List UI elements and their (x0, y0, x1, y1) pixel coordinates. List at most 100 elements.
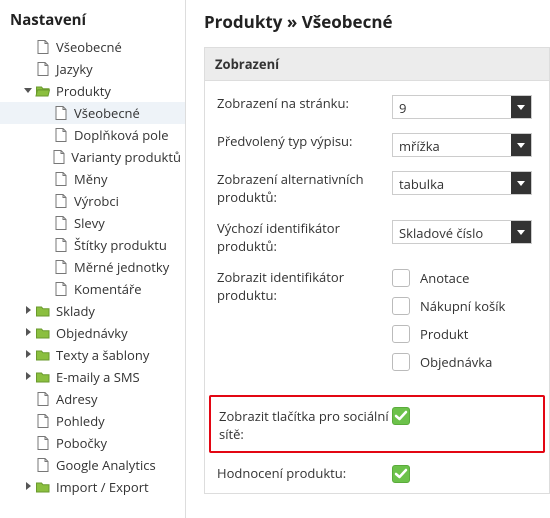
tree-item-15[interactable]: E-maily a SMS (0, 366, 185, 388)
file-icon (52, 259, 70, 275)
tree-item-label: Sklady (52, 302, 95, 320)
file-icon (52, 171, 70, 187)
tree-item-9[interactable]: Štítky produktu (0, 234, 185, 256)
checkbox-show-id-0[interactable] (392, 269, 410, 287)
checkline-1: Nákupní košík (392, 297, 537, 315)
file-icon (52, 281, 70, 297)
tree-item-3[interactable]: Všeobecné (0, 102, 185, 124)
tree-item-0[interactable]: Všeobecné (0, 36, 185, 58)
row-show-id: Zobrazit identifikátor produktu: Anotace… (217, 269, 537, 381)
folder-icon (34, 347, 52, 363)
tree-item-2[interactable]: Produkty (0, 80, 185, 102)
tree-item-20[interactable]: Import / Export (0, 476, 185, 498)
tree-item-4[interactable]: Doplňková pole (0, 124, 185, 146)
page-title: Produkty » Všeobecné (186, 0, 550, 47)
checkbox-social[interactable] (392, 407, 410, 425)
tree-item-16[interactable]: Adresy (0, 388, 185, 410)
tree-item-label: Produkty (52, 82, 111, 100)
checkbox-show-id-3[interactable] (392, 353, 410, 371)
file-icon (34, 435, 52, 451)
tree-item-13[interactable]: Objednávky (0, 322, 185, 344)
settings-tree: Všeobecné Jazyky Produkty Všeobecné Doplňkov… (0, 36, 185, 498)
checkbox-label: Nákupní košík (420, 297, 505, 315)
row-alt-products: Zobrazení alternativních produktů: tabul… (217, 171, 537, 206)
tree-item-label: Měny (70, 170, 107, 188)
tree-item-label: Štítky produktu (70, 236, 167, 254)
folder-icon (34, 325, 52, 341)
display-panel: Zobrazení Zobrazení na stránku: 9 Předvo… (204, 47, 550, 494)
caret-right-icon[interactable] (22, 480, 34, 495)
tree-item-label: Adresy (52, 390, 98, 408)
chevron-down-icon (511, 96, 531, 118)
main-content: Produkty » Všeobecné Zobrazení Zobrazení… (185, 0, 550, 518)
caret-right-icon[interactable] (22, 370, 34, 385)
file-icon (34, 413, 52, 429)
label-social: Zobrazit tlačítka pro sociální sítě: (219, 407, 392, 443)
checkbox-label: Objednávka (420, 353, 492, 371)
tree-item-label: Komentáře (70, 280, 142, 298)
tree-item-17[interactable]: Pohledy (0, 410, 185, 432)
row-list-type: Předvolený typ výpisu: mřížka (217, 133, 537, 157)
chevron-down-icon (511, 221, 531, 243)
tree-item-label: Jazyky (52, 60, 93, 78)
file-icon (34, 61, 52, 77)
checkline-2: Produkt (392, 325, 537, 343)
tree-item-label: Měrné jednotky (70, 258, 169, 276)
tree-item-label: Objednávky (52, 324, 128, 342)
tree-item-label: E-maily a SMS (52, 368, 140, 386)
tree-item-8[interactable]: Slevy (0, 212, 185, 234)
checkbox-show-id-2[interactable] (392, 325, 410, 343)
select-alt-products[interactable]: tabulka (392, 171, 532, 195)
file-icon (34, 457, 52, 473)
tree-item-label: Google Analytics (52, 456, 156, 474)
select-default-id[interactable]: Skladové číslo (392, 220, 532, 244)
tree-item-14[interactable]: Texty a šablony (0, 344, 185, 366)
label-show-id: Zobrazit identifikátor produktu: (217, 269, 392, 381)
panel-header: Zobrazení (204, 47, 550, 81)
caret-down-icon[interactable] (22, 84, 34, 98)
folder-icon (34, 369, 52, 385)
row-default-id: Výchozí identifikátor produktů: Skladové… (217, 220, 537, 255)
tree-item-11[interactable]: Komentáře (0, 278, 185, 300)
label-list-type: Předvolený typ výpisu: (217, 133, 392, 157)
label-per-page: Zobrazení na stránku: (217, 95, 392, 119)
tree-item-19[interactable]: Google Analytics (0, 454, 185, 476)
chevron-down-icon (511, 134, 531, 156)
tree-item-label: Pobočky (52, 434, 107, 452)
file-icon (52, 105, 70, 121)
tree-item-12[interactable]: Sklady (0, 300, 185, 322)
tree-item-1[interactable]: Jazyky (0, 58, 185, 80)
tree-item-label: Všeobecné (52, 38, 122, 56)
row-per-page: Zobrazení na stránku: 9 (217, 95, 537, 119)
tree-item-label: Výrobci (70, 192, 119, 210)
tree-item-6[interactable]: Měny (0, 168, 185, 190)
file-icon (52, 215, 70, 231)
tree-item-18[interactable]: Pobočky (0, 432, 185, 454)
tree-item-label: Pohledy (52, 412, 105, 430)
checkline-0: Anotace (392, 269, 537, 287)
checkbox-label: Anotace (420, 269, 469, 287)
tree-item-label: Všeobecné (70, 104, 140, 122)
folder-open-icon (34, 83, 52, 99)
tree-item-5[interactable]: Varianty produktů (0, 146, 185, 168)
tree-item-10[interactable]: Měrné jednotky (0, 256, 185, 278)
select-list-type[interactable]: mřížka (392, 133, 532, 157)
select-per-page[interactable]: 9 (392, 95, 532, 119)
checkline-3: Objednávka (392, 353, 537, 371)
chevron-down-icon (511, 172, 531, 194)
checkbox-rating[interactable] (392, 465, 410, 483)
label-default-id: Výchozí identifikátor produktů: (217, 220, 392, 255)
tree-item-7[interactable]: Výrobci (0, 190, 185, 212)
caret-right-icon[interactable] (22, 326, 34, 341)
file-icon (51, 149, 67, 165)
file-icon (52, 237, 70, 253)
caret-right-icon[interactable] (22, 304, 34, 319)
file-icon (34, 391, 52, 407)
caret-right-icon[interactable] (22, 348, 34, 363)
sidebar-title: Nastavení (0, 6, 185, 36)
file-icon (52, 127, 70, 143)
checkbox-show-id-1[interactable] (392, 297, 410, 315)
folder-icon (34, 303, 52, 319)
tree-item-label: Texty a šablony (52, 346, 149, 364)
row-social-highlight: Zobrazit tlačítka pro sociální sítě: (209, 395, 545, 453)
